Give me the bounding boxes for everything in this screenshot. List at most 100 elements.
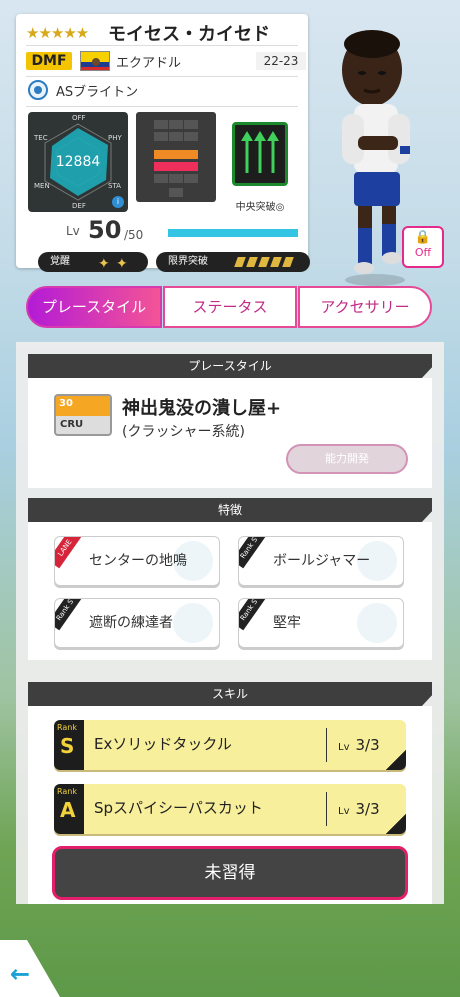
player-card: ★★★★★ モイセス・カイセド DMF エクアドル 22-23 ASブライトン … (16, 14, 310, 272)
kit-toggle-button[interactable]: 🔒 Off (402, 226, 444, 268)
rank-tag: Rank S (239, 537, 267, 569)
trait-label: 堅牢 (273, 615, 301, 631)
tab-accessory[interactable]: アクセサリー (298, 286, 432, 328)
nationality: エクアドル (116, 56, 182, 71)
radar-label-men: MEN (34, 182, 50, 190)
skill-name: Exソリッドタックル (94, 735, 232, 753)
rank-tag: Rank S (55, 599, 83, 631)
ability-development-button[interactable]: 能力開発 (286, 444, 408, 474)
skill-card[interactable]: Rank A Spスパイシーパスカット Lv 3/3 (54, 784, 406, 834)
awakening-diamond-icon: ✦ (116, 256, 128, 272)
level-value: 50 (88, 216, 122, 244)
playstyle-name: 神出鬼没の潰し屋+ (122, 398, 282, 419)
divider (26, 45, 298, 46)
awakening-diamond-icon: ✦ (98, 256, 110, 272)
skill-level: Lv 3/3 (338, 736, 380, 754)
position-map (136, 112, 216, 202)
position-cell-secondary (154, 150, 198, 159)
awakening-bar: 覚醒 ✦ ✦ (38, 252, 148, 272)
position-cell (154, 132, 168, 141)
radar-label-off: OFF (72, 114, 86, 122)
rank-tag: Rank S (239, 599, 267, 631)
unlearned-skill-button[interactable]: 未習得 (52, 846, 408, 900)
position-cell (154, 174, 168, 183)
radar-label-phy: PHY (108, 134, 122, 142)
detail-panel: プレースタイル 30 CRU 神出鬼没の潰し屋+ (クラッシャー系統) 能力開発… (16, 342, 444, 904)
playstyle-icon: 30 CRU (54, 394, 112, 436)
radar-label-tec: TEC (34, 134, 48, 142)
trait-card[interactable]: Rank S 堅牢 (238, 598, 404, 648)
radar-label-def: DEF (72, 202, 86, 210)
rank-letter: S (60, 734, 75, 758)
divider (26, 106, 298, 107)
rank-word: Rank (57, 787, 77, 796)
traits-section-header: 特徴 (28, 498, 432, 522)
limit-break-bar: 限界突破 (156, 252, 310, 272)
divider (326, 792, 327, 826)
trait-label: センターの地鳴 (89, 553, 187, 569)
limit-break-segment (270, 257, 282, 267)
season-badge: 22-23 (256, 52, 306, 70)
trait-card[interactable]: LANE センターの地鳴 (54, 536, 220, 586)
level-max: /50 (124, 228, 144, 242)
divider (26, 76, 298, 77)
skills-section-header: スキル (28, 682, 432, 706)
position-cell-primary (154, 162, 198, 171)
playstyle-section-header: プレースタイル (28, 354, 432, 378)
limit-break-label: 限界突破 (168, 256, 208, 267)
position-cell (184, 132, 198, 141)
limit-break-segment (258, 257, 270, 267)
lane-tag: LANE (55, 537, 83, 569)
level-label: Lv (66, 224, 80, 238)
position-cell (184, 120, 198, 129)
back-arrow-icon: ← (10, 960, 31, 988)
corner-decoration (386, 750, 406, 770)
trait-label: 遮断の練達者 (89, 615, 173, 631)
level-progress-bar (168, 229, 298, 237)
tactic-label: 中央突破◎ (235, 202, 285, 213)
ability-radar-chart[interactable]: OFF TEC PHY MEN STA DEF 12884 i (28, 112, 128, 212)
position-cell (169, 132, 183, 141)
radar-label-sta: STA (108, 182, 121, 190)
rarity-stars: ★★★★★ (26, 24, 89, 42)
position-cell (169, 120, 183, 129)
position-cell (169, 188, 183, 197)
skill-name: Spスパイシーパスカット (94, 799, 263, 817)
lock-icon: 🔒 (414, 230, 432, 245)
limit-break-segment (234, 257, 246, 267)
position-cell (169, 174, 183, 183)
trait-card[interactable]: Rank S 遮断の練達者 (54, 598, 220, 648)
kit-toggle-label: Off (414, 246, 432, 259)
tactic-icon (232, 122, 288, 186)
overall-rating: 12884 (55, 154, 101, 170)
position-cell (184, 174, 198, 183)
awakening-label: 覚醒 (50, 256, 70, 267)
skill-level-value: 3/3 (355, 800, 380, 818)
skill-level: Lv 3/3 (338, 800, 380, 818)
skill-level-value: 3/3 (355, 736, 380, 754)
limit-break-segment (282, 257, 294, 267)
skill-card[interactable]: Rank S Exソリッドタックル Lv 3/3 (54, 720, 406, 770)
tab-playstyle[interactable]: プレースタイル (26, 286, 162, 328)
ecuador-flag-icon (80, 51, 110, 71)
limit-break-segment (246, 257, 258, 267)
playstyle-icon-number: 30 (59, 398, 73, 409)
trait-label: ボールジャマー (273, 553, 371, 569)
back-button[interactable]: ← (0, 940, 60, 997)
corner-decoration (386, 814, 406, 834)
info-icon[interactable]: i (112, 196, 124, 208)
playstyle-icon-code: CRU (60, 419, 84, 430)
playstyle-type: (クラッシャー系統) (122, 424, 245, 440)
position-badge: DMF (26, 52, 72, 70)
position-cell (154, 120, 168, 129)
club-emblem-icon (28, 80, 48, 100)
skill-rank-badge: Rank S (54, 720, 84, 770)
divider (326, 728, 327, 762)
rank-letter: A (60, 798, 76, 822)
tab-status[interactable]: ステータス (163, 286, 297, 328)
trait-card[interactable]: Rank S ボールジャマー (238, 536, 404, 586)
skill-level-label: Lv (338, 742, 350, 753)
club-name: ASブライトン (56, 85, 139, 100)
player-name: モイセス・カイセド (108, 24, 270, 45)
skill-rank-badge: Rank A (54, 784, 84, 834)
